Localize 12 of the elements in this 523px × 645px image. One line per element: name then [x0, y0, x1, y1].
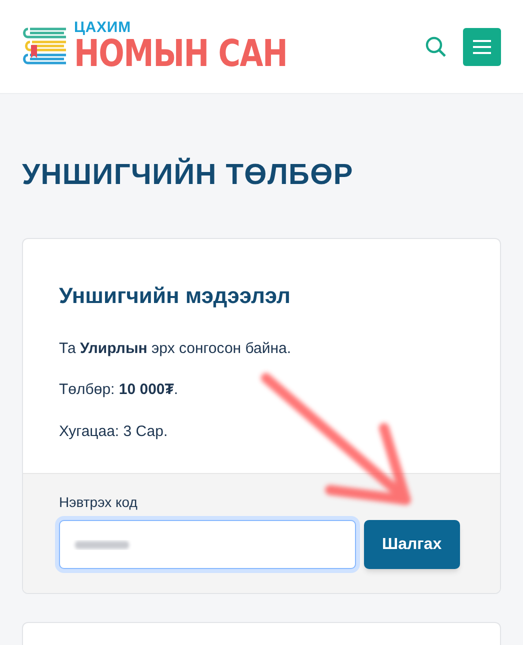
field-label: Нэвтрэх код — [59, 493, 138, 512]
page-title: УНШИГЧИЙН ТӨЛБӨР — [22, 156, 354, 193]
info-text: Хугацаа: 3 Сар. — [59, 422, 169, 442]
menu-button[interactable] — [463, 28, 501, 66]
menu-icon — [473, 40, 491, 54]
info-text: Та Улирлын эрх сонгосон байна. — [59, 338, 292, 358]
logo-subtitle: ЦАХИМ — [74, 20, 132, 35]
info-text: Төлбөр: 10 000₮. — [59, 380, 180, 400]
logo-title: НОМЫН САН — [74, 35, 288, 73]
card-title: Уншигчийн мэдээлэл — [59, 282, 292, 310]
search-icon[interactable] — [425, 36, 447, 58]
check-button[interactable]: Шалгах — [364, 520, 460, 569]
